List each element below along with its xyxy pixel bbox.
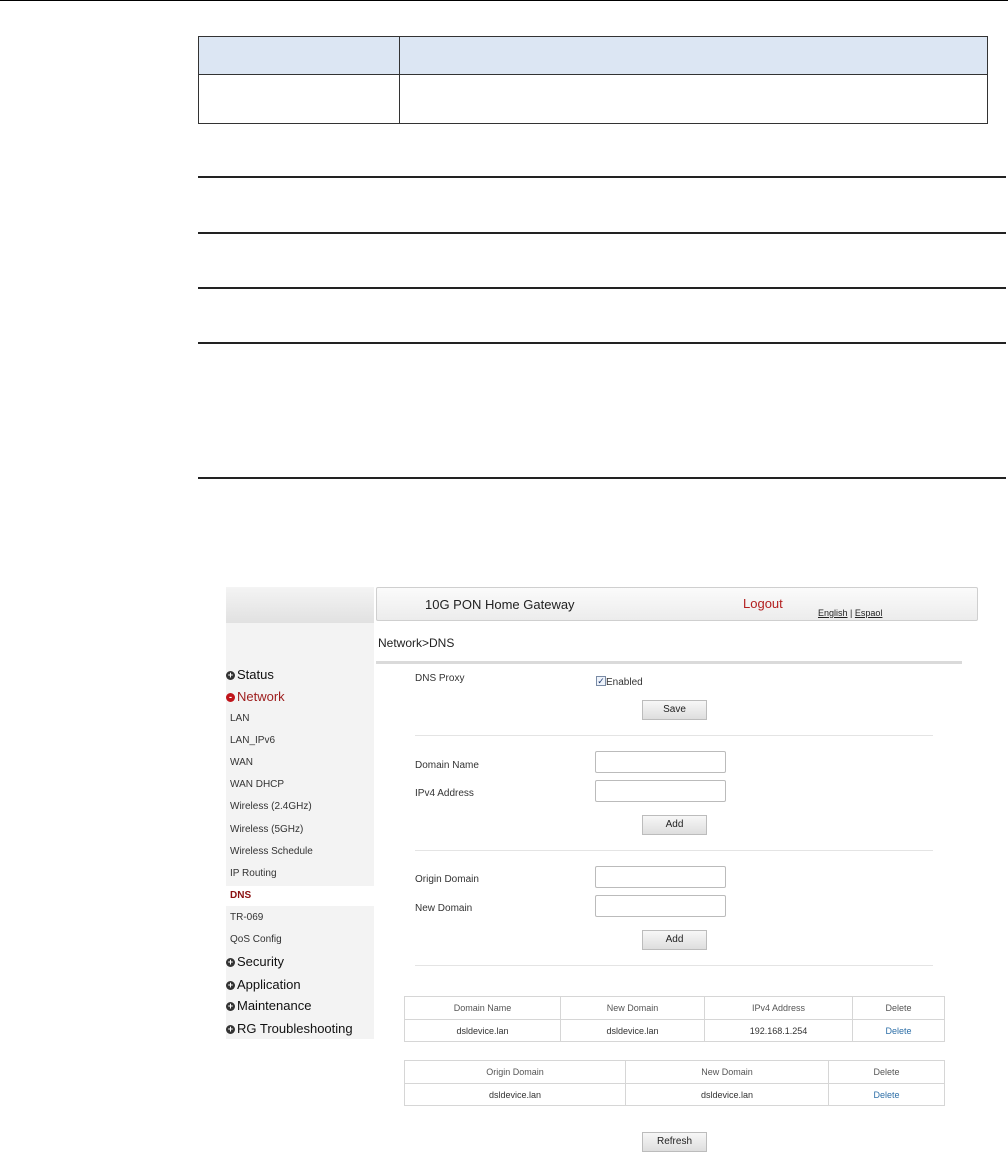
sidebar-item-lan[interactable]: LAN (230, 713, 249, 724)
cell-new-domain: dsldevice.lan (625, 1083, 829, 1106)
save-button[interactable]: Save (642, 700, 707, 720)
sidebar-item-label: Application (237, 977, 301, 992)
sidebar-item-label: Security (237, 954, 284, 969)
collapse-icon: - (226, 693, 235, 702)
sidebar-item-dns[interactable]: DNS (226, 886, 374, 906)
expand-icon: + (226, 957, 235, 967)
logout-link[interactable]: Logout (743, 596, 783, 611)
language-separator: | (850, 608, 853, 618)
sidebar-item-wan[interactable]: WAN (230, 757, 253, 768)
sidebar-item-network[interactable]: - Network (226, 689, 285, 704)
sidebar-item-application[interactable]: + Application (226, 977, 301, 992)
sidebar-item-label: Maintenance (237, 998, 312, 1013)
sidebar-item-qos-config[interactable]: QoS Config (230, 934, 282, 945)
sidebar-item-wireless-5ghz[interactable]: Wireless (5GHz) (230, 824, 303, 835)
delete-link[interactable]: Delete (828, 1083, 945, 1106)
cell-ipv4-address: 192.168.1.254 (704, 1019, 853, 1042)
ipv4-address-input[interactable] (595, 780, 726, 802)
column-header-new-domain: New Domain (625, 1060, 829, 1084)
breadcrumb-divider (376, 661, 962, 664)
cell-new-domain: dsldevice.lan (560, 1019, 705, 1042)
column-header-new-domain: New Domain (560, 996, 705, 1020)
document-rule (198, 287, 1006, 289)
origin-domain-label: Origin Domain (415, 874, 479, 885)
breadcrumb: Network>DNS (378, 636, 455, 650)
sidebar: + Status - Network LAN LAN_IPv6 WAN WAN DH… (226, 623, 374, 1039)
cell-origin-domain: dsldevice.lan (404, 1083, 626, 1106)
column-header-delete: Delete (852, 996, 945, 1020)
document-rule (198, 342, 1006, 344)
sidebar-item-rg-troubleshooting[interactable]: + RG Troubleshooting (226, 1021, 353, 1036)
sidebar-item-label: Network (237, 689, 285, 704)
document-table (198, 36, 988, 124)
column-header-origin-domain: Origin Domain (404, 1060, 626, 1084)
sidebar-item-wireless-24ghz[interactable]: Wireless (2.4GHz) (230, 801, 312, 812)
expand-icon: + (226, 1024, 235, 1034)
expand-icon: + (226, 670, 235, 680)
add-rewrite-button[interactable]: Add (642, 930, 707, 950)
document-rule (198, 232, 1006, 234)
table-header-row: Origin Domain New Domain Delete (404, 1060, 945, 1084)
new-domain-label: New Domain (415, 903, 473, 914)
header-bar: 10G PON Home Gateway Logout English | Es… (376, 587, 978, 621)
expand-icon: + (226, 1001, 235, 1011)
dns-rewrite-table: Origin Domain New Domain Delete dsldevic… (404, 1060, 945, 1106)
column-header-domain-name: Domain Name (404, 996, 561, 1020)
section-divider (415, 735, 933, 736)
dns-proxy-enabled-label: Enabled (606, 677, 643, 688)
dns-proxy-label: DNS Proxy (415, 673, 465, 684)
cell-domain-name: dsldevice.lan (404, 1019, 561, 1042)
dns-proxy-checkbox[interactable]: ✓ (596, 676, 606, 686)
sidebar-item-wireless-schedule[interactable]: Wireless Schedule (230, 846, 313, 857)
document-table-header (199, 37, 987, 75)
language-switcher: English | Espaol (818, 608, 882, 618)
document-table-divider (399, 37, 400, 123)
sidebar-item-label: Status (237, 667, 274, 682)
sidebar-item-status[interactable]: + Status (226, 667, 274, 682)
sidebar-item-tr-069[interactable]: TR-069 (230, 912, 263, 923)
table-row: dsldevice.lan dsldevice.lan Delete (404, 1083, 945, 1106)
espanol-link[interactable]: Espaol (855, 608, 883, 618)
sidebar-item-label: RG Troubleshooting (237, 1021, 353, 1036)
dns-host-table: Domain Name New Domain IPv4 Address Dele… (404, 996, 945, 1042)
new-domain-input[interactable] (595, 895, 726, 917)
origin-domain-input[interactable] (595, 866, 726, 888)
section-divider (415, 850, 933, 851)
sidebar-item-wan-dhcp[interactable]: WAN DHCP (230, 779, 284, 790)
column-header-ipv4-address: IPv4 Address (704, 996, 853, 1020)
sidebar-item-lan-ipv6[interactable]: LAN_IPv6 (230, 735, 275, 746)
column-header-delete: Delete (828, 1060, 945, 1084)
sidebar-item-ip-routing[interactable]: IP Routing (230, 868, 277, 879)
document-rule (198, 477, 1006, 479)
ipv4-address-label: IPv4 Address (415, 788, 474, 799)
expand-icon: + (226, 980, 235, 990)
english-link[interactable]: English (818, 608, 848, 618)
sidebar-header (226, 587, 374, 623)
table-row: dsldevice.lan dsldevice.lan 192.168.1.25… (404, 1019, 945, 1042)
domain-name-label: Domain Name (415, 760, 479, 771)
sidebar-item-security[interactable]: + Security (226, 954, 284, 969)
gateway-title: 10G PON Home Gateway (425, 597, 575, 612)
refresh-button[interactable]: Refresh (642, 1132, 707, 1152)
delete-link[interactable]: Delete (852, 1019, 945, 1042)
add-host-button[interactable]: Add (642, 815, 707, 835)
page-top-rule (0, 0, 1008, 1)
sidebar-item-maintenance[interactable]: + Maintenance (226, 998, 311, 1013)
section-divider (415, 965, 933, 966)
table-header-row: Domain Name New Domain IPv4 Address Dele… (404, 996, 945, 1020)
domain-name-input[interactable] (595, 751, 726, 773)
document-rule (198, 176, 1006, 178)
